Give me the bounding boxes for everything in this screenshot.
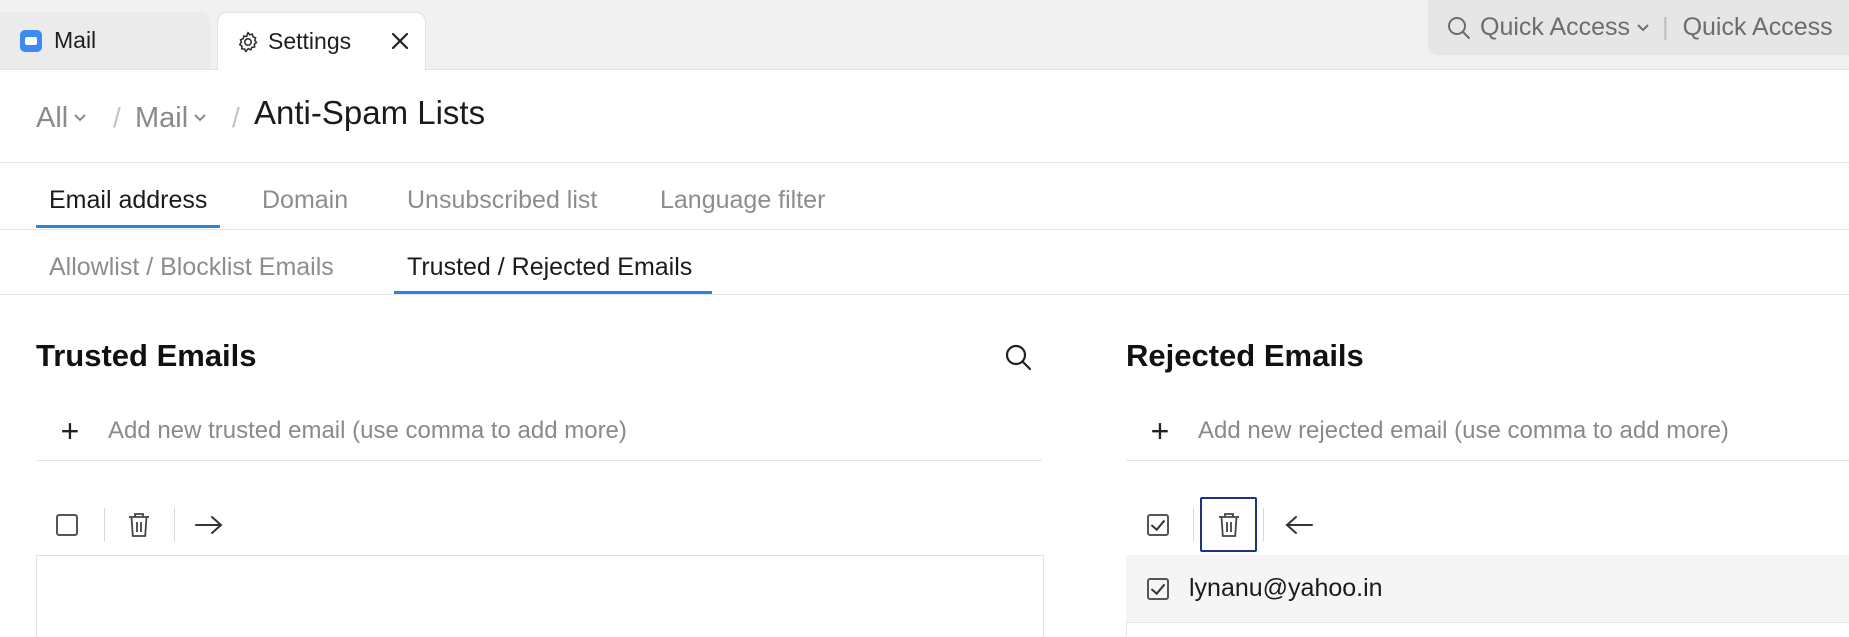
tab-language-filter[interactable]: Language filter — [660, 186, 825, 215]
tab-trusted-rejected[interactable]: Trusted / Rejected Emails — [407, 253, 692, 282]
quick-access-label-secondary[interactable]: Quick Access — [1683, 13, 1833, 42]
select-all-checkbox[interactable] — [1147, 514, 1169, 536]
tab-mail-label: Mail — [54, 27, 97, 53]
add-trusted-email-field[interactable]: + Add new trusted email (use comma to ad… — [36, 402, 1042, 461]
breadcrumb-all-label: All — [36, 101, 69, 134]
trusted-emails-list — [36, 555, 1044, 637]
list-item[interactable]: lynanu@yahoo.in — [1126, 555, 1849, 623]
plus-icon: + — [1150, 412, 1170, 449]
tab-email-address[interactable]: Email address — [49, 186, 207, 215]
checkbox-icon — [56, 514, 78, 536]
tab-allowlist-blocklist[interactable]: Allowlist / Blocklist Emails — [49, 253, 334, 282]
header-divider — [0, 162, 1849, 163]
tab-mail[interactable]: Mail — [0, 12, 210, 69]
add-trusted-email-placeholder: Add new trusted email (use comma to add … — [108, 417, 627, 444]
subtabs-divider — [0, 294, 1849, 295]
delete-button[interactable] — [1200, 497, 1257, 552]
plus-icon: + — [60, 412, 80, 449]
trusted-emails-title: Trusted Emails — [36, 338, 257, 373]
move-to-trusted-button[interactable] — [1283, 510, 1315, 540]
move-to-rejected-button[interactable] — [193, 510, 225, 540]
trash-icon — [1218, 512, 1239, 537]
close-icon[interactable] — [388, 29, 412, 53]
search-icon — [1446, 15, 1472, 41]
select-all-checkbox[interactable] — [56, 514, 78, 536]
toolbar-divider — [1193, 508, 1194, 542]
toolbar-divider — [104, 508, 105, 542]
active-tab-indicator — [36, 225, 220, 228]
tab-settings-label: Settings — [268, 28, 352, 54]
row-checkbox[interactable] — [1147, 577, 1169, 600]
page-title: Anti-Spam Lists — [254, 94, 486, 131]
breadcrumb-mail[interactable]: Mail — [135, 96, 207, 140]
breadcrumb-separator: / — [113, 102, 121, 133]
add-rejected-email-field[interactable]: + Add new rejected email (use comma to a… — [1126, 402, 1849, 461]
rejected-emails-list — [1126, 622, 1849, 636]
checkbox-checked-icon — [1147, 514, 1169, 536]
rejected-emails-title: Rejected Emails — [1126, 338, 1364, 373]
arrow-left-icon — [1285, 516, 1313, 534]
toolbar-divider — [174, 508, 175, 542]
tab-domain[interactable]: Domain — [262, 186, 348, 215]
arrow-right-icon — [195, 516, 223, 534]
chevron-down-icon — [1636, 23, 1650, 33]
tabs-divider — [0, 229, 1849, 230]
breadcrumb-all[interactable]: All — [36, 96, 87, 140]
mail-app-icon — [20, 29, 42, 52]
chevron-down-icon — [73, 113, 87, 123]
breadcrumb-separator: / — [232, 102, 240, 133]
breadcrumb-mail-label: Mail — [135, 101, 189, 134]
search-icon[interactable] — [1003, 342, 1033, 372]
toolbar-divider — [1263, 508, 1264, 542]
add-rejected-email-placeholder: Add new rejected email (use comma to add… — [1198, 417, 1729, 444]
delete-button[interactable] — [124, 508, 154, 542]
gear-icon — [236, 30, 260, 54]
chevron-down-icon — [193, 113, 207, 123]
rejected-email-address: lynanu@yahoo.in — [1189, 574, 1383, 602]
quick-access-bar[interactable]: Quick Access | Quick Access — [1428, 0, 1849, 55]
quick-access-separator: | — [1662, 13, 1669, 41]
trash-icon — [129, 513, 149, 537]
tab-unsubscribed-list[interactable]: Unsubscribed list — [407, 186, 597, 215]
quick-access-label: Quick Access — [1480, 13, 1631, 41]
tab-settings[interactable]: Settings — [217, 12, 426, 70]
